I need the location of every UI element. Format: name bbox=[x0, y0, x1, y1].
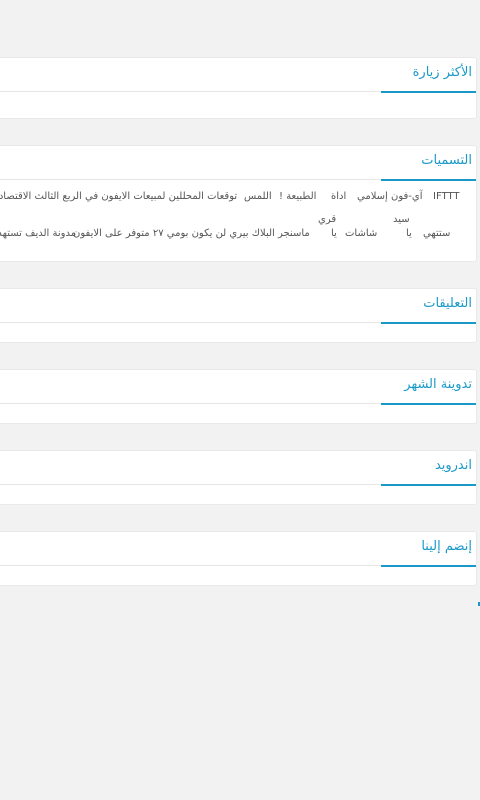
widget-header: إنضم إلينا bbox=[0, 532, 476, 567]
tag-link[interactable]: اداة bbox=[331, 191, 346, 203]
comments-title: التعليقات bbox=[423, 296, 472, 311]
most-visited-widget: الأكثر زيارة bbox=[0, 57, 477, 119]
android-widget: اندرويد bbox=[0, 450, 477, 505]
tag-link[interactable]: ستتهي bbox=[423, 228, 450, 240]
widget-header: الأكثر زيارة bbox=[0, 58, 476, 93]
tag-link[interactable]: آي-فون إسلامي bbox=[357, 191, 423, 203]
tag-link[interactable]: قري bbox=[318, 214, 336, 226]
most-visited-title: الأكثر زيارة bbox=[412, 65, 472, 80]
title-underline bbox=[381, 565, 476, 567]
widget-header: التعليقات bbox=[0, 289, 476, 324]
tag-link[interactable]: سيد bbox=[393, 214, 410, 226]
tag-link[interactable]: مدونة الديف تستهدف bbox=[0, 228, 76, 240]
widget-header: تدوينة الشهر bbox=[0, 370, 476, 405]
join-us-widget: إنضم إلينا bbox=[0, 531, 477, 586]
tag-link[interactable]: اللمس bbox=[244, 191, 272, 203]
title-underline bbox=[381, 484, 476, 486]
tag-link[interactable]: توقعات المحللين لمبيعات الايفون في الربع… bbox=[0, 191, 237, 203]
post-of-month-title: تدوينة الشهر bbox=[404, 377, 472, 392]
comments-widget: التعليقات bbox=[0, 288, 477, 343]
title-underline bbox=[381, 322, 476, 324]
tag-link[interactable]: يا bbox=[331, 228, 337, 240]
tag-link[interactable]: شاشات bbox=[345, 228, 377, 240]
title-underline bbox=[381, 403, 476, 405]
android-title: اندرويد bbox=[434, 458, 472, 473]
labels-widget: التسميات IFTTT آي-فون إسلامي اداة الطبيع… bbox=[0, 145, 477, 262]
label-cloud: IFTTT آي-فون إسلامي اداة الطبيعة ! اللمس… bbox=[0, 180, 476, 262]
join-us-title: إنضم إلينا bbox=[421, 539, 472, 554]
tag-link[interactable]: ماسنجر البلاك بيري لن يكون بومي ٢٧ متوفر… bbox=[73, 228, 310, 240]
post-of-month-widget: تدوينة الشهر bbox=[0, 369, 477, 424]
labels-title: التسميات bbox=[421, 153, 472, 168]
tag-link[interactable]: IFTTT bbox=[433, 191, 460, 203]
tag-link[interactable]: يا bbox=[406, 228, 412, 240]
widget-header: التسميات bbox=[0, 146, 476, 181]
title-underline bbox=[381, 91, 476, 93]
widget-header: اندرويد bbox=[0, 451, 476, 486]
tag-link[interactable]: الطبيعة ! bbox=[279, 191, 316, 203]
